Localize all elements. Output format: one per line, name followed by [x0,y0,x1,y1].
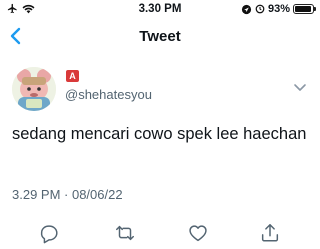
retweet-button[interactable] [114,222,136,244]
page-title: Tweet [139,28,181,45]
location-arrow-icon [241,4,252,14]
heart-icon [189,225,207,242]
nav-bar: Tweet [0,20,320,53]
author-handle[interactable]: @shehatesyou [65,87,152,102]
reply-button[interactable] [38,222,60,244]
avatar[interactable] [12,67,56,111]
more-options-button[interactable] [293,80,307,91]
tweet-text: sedang mencari cowo spek lee haechan [12,125,307,143]
avatar-image [12,67,56,111]
share-button[interactable] [259,222,281,244]
status-bar: 3.30 PM 93% [0,0,320,20]
tweet-actions [0,222,320,244]
battery-icon [293,4,316,14]
reply-icon [40,225,58,244]
battery-fill [295,6,311,12]
tweet-timestamp[interactable]: 3.29 PM · 08/06/22 [12,187,123,202]
share-icon [261,224,279,242]
status-right: 93% [241,3,316,15]
alarm-icon [255,4,265,14]
chevron-down-icon [294,84,306,91]
retweet-icon [116,225,134,241]
battery-percent: 93% [267,3,290,15]
like-button[interactable] [187,222,209,244]
name-emoji-badge: A [66,70,79,82]
